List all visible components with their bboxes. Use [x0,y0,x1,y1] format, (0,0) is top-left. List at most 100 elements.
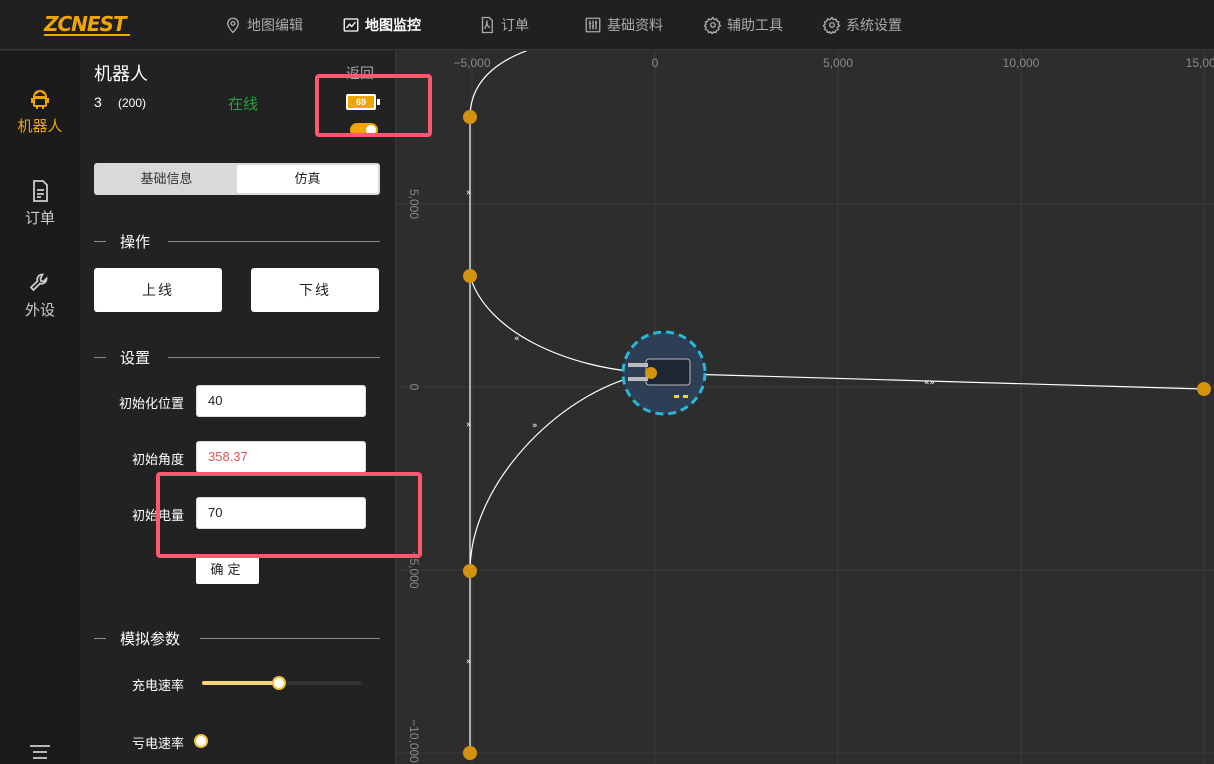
init-position-label: 初始化位置 [118,396,184,411]
x-tick-label: 5,000 [823,56,853,70]
gear-icon [823,16,841,34]
nav-label: 辅助工具 [727,17,783,33]
nav-label: 地图监控 [365,17,421,33]
status-badge: 在线 [228,96,259,113]
map-svg[interactable]: −5,000 0 5,000 10,000 15,000 5,000 0 −5,… [396,51,1214,764]
divider [200,638,380,639]
arrow-mark: « [514,334,520,344]
divider [94,241,106,242]
arrow-mark: » [532,421,538,431]
nav-label: 地图编辑 [247,17,303,33]
confirm-button[interactable]: 确定 [196,556,259,584]
nav-label: 基础资料 [607,17,663,33]
arrow-mark: » [466,657,472,667]
charge-rate-slider-fill [202,681,282,685]
panel-title: 机器人 [94,64,148,84]
nav-label: 订单 [501,17,529,33]
map-node [645,367,657,379]
nav-orders[interactable]: 订单 [478,0,529,50]
robot-id: 3 [94,94,102,110]
robot-panel: 机器人 返回 3 (200) 在线 69 基础信息 仿真 操作 上线 下线 设置… [80,51,396,764]
init-position-input[interactable]: 40 [196,385,366,417]
section-sim-params: 模拟参数 [94,628,380,648]
nav-system-settings[interactable]: 系统设置 [823,0,902,50]
map-paths [469,51,1205,753]
app-logo[interactable]: ZCNEST [44,12,127,36]
init-angle-input[interactable]: 358.37 [196,441,366,473]
path-arrows: » » » « » «» [466,188,935,667]
wrench-icon [29,273,48,292]
map-canvas[interactable]: −5,000 0 5,000 10,000 15,000 5,000 0 −5,… [396,51,1214,764]
map-grid [396,51,1214,764]
robot-indicator [683,395,688,398]
forklift-fork [628,363,648,367]
y-tick-label: −10,000 [407,719,421,763]
x-tick-label: −5,000 [453,56,490,70]
sidebar-item-label: 外设 [24,302,55,319]
y-tick-label: 5,000 [407,189,421,219]
map-pin-icon [227,17,239,34]
offline-button[interactable]: 下线 [251,268,379,312]
nav-basic-data[interactable]: 基础资料 [584,0,663,50]
section-title: 操作 [120,234,151,251]
robot-code: (200) [118,96,147,110]
x-tick-label: 0 [652,56,659,70]
y-tick-label: 0 [407,384,421,391]
init-angle-label: 初始角度 [131,452,184,467]
sliders-icon [585,17,601,33]
tab-basic-info[interactable]: 基础信息 [96,165,237,193]
collapse-menu-icon[interactable] [28,744,52,762]
document-icon [33,180,48,202]
icon-sidebar: 机器人 订单 外设 [0,51,80,764]
nav-aux-tools[interactable]: 辅助工具 [704,0,783,50]
nav-map-edit[interactable]: 地图编辑 [224,0,303,50]
charge-rate-label: 充电速率 [131,678,184,693]
arrow-mark: » [466,188,472,198]
charge-rate-slider-thumb[interactable] [272,676,286,690]
arrow-mark: «» [924,378,935,388]
sidebar-item-label: 订单 [24,210,55,227]
tab-simulation[interactable]: 仿真 [237,165,378,193]
gear-icon [704,16,722,34]
pdf-file-icon [481,16,493,34]
divider [94,357,106,358]
map-node [1197,382,1211,396]
sidebar-item-robot[interactable]: 机器人 [0,87,80,136]
online-button[interactable]: 上线 [94,268,222,312]
highlight-box [315,74,432,137]
divider [94,638,106,639]
map-node [463,746,477,760]
highlight-box [156,472,422,558]
line-chart-icon [343,18,359,32]
sidebar-item-peripherals[interactable]: 外设 [0,271,80,320]
sidebar-item-label: 机器人 [17,118,63,135]
x-tick-label: 15,000 [1186,56,1214,70]
divider [168,241,380,242]
android-robot-icon [31,90,49,109]
sidebar-item-orders[interactable]: 订单 [0,179,80,228]
path-curve-upper [469,275,652,374]
map-nodes[interactable] [463,110,1211,760]
map-axis-ticks: −5,000 0 5,000 10,000 15,000 5,000 0 −5,… [407,56,1214,763]
robot-marker[interactable] [621,330,707,416]
map-node [463,110,477,124]
map-node [463,564,477,578]
section-operation: 操作 [94,231,380,251]
map-node [463,269,477,283]
arrow-mark: » [466,420,472,430]
path-curve-lower [469,372,652,572]
section-title: 模拟参数 [120,631,181,648]
robot-indicator [674,395,679,398]
logo-underline [43,34,131,36]
top-navbar: ZCNEST 地图编辑 地图监控 订单 基础资料 辅助工具 系统设置 [0,0,1214,50]
section-settings: 设置 [94,347,380,367]
forklift-fork [628,377,648,381]
section-title: 设置 [120,350,151,367]
divider [168,357,380,358]
nav-label: 系统设置 [846,17,902,33]
x-tick-label: 10,000 [1003,56,1040,70]
discharge-rate-label: 亏电速率 [131,736,184,751]
panel-tabs: 基础信息 仿真 [94,163,380,195]
nav-map-monitor[interactable]: 地图监控 [342,0,421,50]
discharge-rate-slider-thumb[interactable] [194,734,208,748]
